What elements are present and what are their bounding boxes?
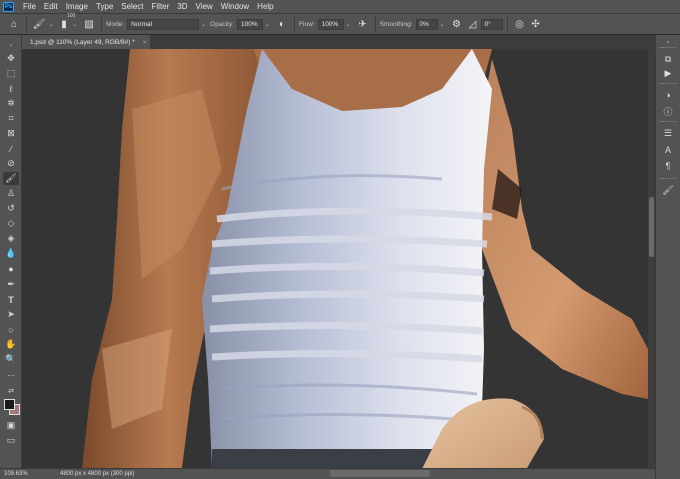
brush-tool-icon[interactable]: 🖌 [3, 172, 19, 185]
pressure-size-icon[interactable]: ◎ [512, 16, 528, 32]
foreground-color-swatch[interactable] [4, 399, 15, 410]
chevron-down-icon[interactable]: ⌄ [72, 21, 77, 28]
lasso-tool-icon[interactable]: ℓ [3, 82, 19, 95]
chevron-down-icon[interactable]: ⌄ [346, 21, 351, 28]
flow-field[interactable]: 100% [317, 18, 344, 30]
properties-panel-icon[interactable]: ☰ [661, 127, 675, 139]
chevron-down-icon[interactable]: ⌄ [265, 21, 270, 28]
divider [26, 16, 27, 32]
adjustments-panel-icon[interactable]: ◑ [661, 89, 675, 101]
opacity-label: Opacity: [210, 20, 235, 28]
paint-bucket-icon[interactable]: ◈ [3, 232, 19, 245]
panel-grip[interactable] [660, 121, 676, 124]
magic-wand-icon[interactable]: ✲ [3, 97, 19, 110]
gear-icon[interactable]: ⚙ [449, 16, 465, 32]
menu-view[interactable]: View [192, 2, 217, 11]
frame-tool-icon[interactable]: ⊠ [3, 127, 19, 140]
pen-tool-icon[interactable]: ✒ [3, 278, 19, 291]
chevron-down-icon[interactable]: ⌄ [201, 21, 206, 28]
eyedropper-icon[interactable]: ⁄ [3, 142, 19, 155]
menu-edit[interactable]: Edit [40, 2, 62, 11]
more-tools-icon[interactable]: ⋯ [3, 369, 19, 382]
crop-tool-icon[interactable]: ⌗ [3, 112, 19, 125]
brush-size-value: 100 [67, 13, 76, 19]
screen-mode-icon[interactable]: ▭ [3, 434, 19, 447]
paragraph-panel-icon[interactable]: ¶ [661, 160, 675, 172]
airbrush-icon[interactable]: ✈ [355, 16, 371, 32]
zoom-level-field[interactable]: 109.63% [0, 471, 40, 477]
brush-preset-icon[interactable]: 🖌 [31, 16, 47, 32]
zoom-tool-icon[interactable]: 🔍 [3, 353, 19, 366]
mode-select[interactable]: Normal [127, 18, 200, 30]
document-canvas[interactable] [22, 49, 648, 468]
brush-settings-icon[interactable]: 🖌 [661, 184, 675, 196]
opacity-field[interactable]: 100% [237, 18, 264, 30]
actions-panel-icon[interactable]: ▶ [661, 67, 675, 79]
toolbar-collapse-icon[interactable]: » [3, 39, 19, 52]
healing-brush-icon[interactable]: ⊘ [3, 157, 19, 170]
close-icon[interactable]: × [143, 39, 147, 46]
move-tool-icon[interactable]: ✥ [3, 52, 19, 65]
tools-panel: » ✥ ⬚ ℓ ✲ ⌗ ⊠ ⁄ ⊘ 🖌 ♙ ↺ ◇ ◈ 💧 ● ✒ T ➤ ○ … [0, 35, 22, 468]
chevron-down-icon[interactable]: ⌄ [440, 21, 445, 28]
pressure-opacity-icon[interactable]: ◐ [274, 16, 290, 32]
divider [294, 16, 296, 32]
panel-grip[interactable] [660, 178, 676, 181]
menu-filter[interactable]: Filter [148, 2, 174, 11]
brush-settings-panel-icon[interactable]: ▨ [81, 16, 97, 32]
home-icon[interactable]: ⌂ [6, 16, 22, 32]
eraser-icon[interactable]: ◇ [3, 217, 19, 230]
panel-grip[interactable] [660, 83, 676, 86]
menu-image[interactable]: Image [62, 2, 92, 11]
smoothing-field[interactable]: 0% [415, 18, 438, 30]
menu-help[interactable]: Help [253, 2, 277, 11]
path-selection-icon[interactable]: ➤ [3, 308, 19, 321]
menu-type[interactable]: Type [92, 2, 117, 11]
chevron-down-icon[interactable]: ⌄ [49, 21, 54, 28]
vertical-scrollbar[interactable] [648, 49, 655, 468]
menu-file[interactable]: File [19, 2, 40, 11]
divider [506, 16, 508, 32]
document-tab[interactable]: 1.psd @ 110% (Layer 49, RGB/8#) * × [22, 35, 150, 49]
type-tool-icon[interactable]: T [3, 293, 19, 306]
divider [374, 16, 376, 32]
mode-label: Mode: [106, 20, 125, 28]
symmetry-icon[interactable]: ✣ [528, 16, 544, 32]
menu-window[interactable]: Window [217, 2, 253, 11]
options-bar: ⌂ 🖌 ⌄ ▮ ⌄ ▨ Mode: Normal ⌄ Opacity: 100%… [0, 13, 680, 35]
character-panel-icon[interactable]: A [661, 144, 675, 156]
document-tab-bar: 1.psd @ 110% (Layer 49, RGB/8#) * × [22, 35, 655, 49]
history-panel-icon[interactable]: ⧉ [661, 53, 675, 65]
painting-artwork [22, 49, 648, 468]
menu-3d[interactable]: 3D [173, 2, 191, 11]
swap-colors-icon[interactable]: ⇄ [3, 384, 19, 397]
flow-label: Flow: [299, 20, 315, 28]
photoshop-logo: Ps [3, 1, 14, 12]
horizontal-scrollbar-thumb[interactable] [330, 470, 430, 477]
divider [101, 16, 103, 32]
hand-tool-icon[interactable]: ✋ [3, 338, 19, 351]
smoothing-label: Smoothing: [379, 20, 413, 28]
panel-grip[interactable] [660, 47, 676, 50]
dodge-tool-icon[interactable]: ● [3, 262, 19, 275]
quick-mask-icon[interactable]: ▣ [3, 419, 19, 432]
clone-stamp-icon[interactable]: ♙ [3, 187, 19, 200]
document-tab-title: 1.psd @ 110% (Layer 49, RGB/8#) * [30, 38, 135, 46]
info-panel-icon[interactable]: ⓘ [661, 105, 675, 117]
document-info[interactable]: 4800 px x 4800 px (300 ppi) [60, 471, 134, 477]
menu-select[interactable]: Select [117, 2, 147, 11]
panel-dock: « ⧉ ▶ ◑ ⓘ ☰ A ¶ 🖌 [655, 35, 680, 479]
blur-tool-icon[interactable]: 💧 [3, 247, 19, 260]
menu-bar: Ps File Edit Image Type Select Filter 3D… [0, 0, 680, 13]
shape-tool-icon[interactable]: ○ [3, 323, 19, 336]
marquee-tool-icon[interactable]: ⬚ [3, 67, 19, 80]
angle-field[interactable]: 0° [480, 18, 503, 30]
status-bar: 109.63% 4800 px x 4800 px (300 ppi) [0, 468, 655, 479]
scrollbar-thumb[interactable] [649, 197, 654, 257]
angle-icon: ◿ [468, 18, 477, 30]
history-brush-icon[interactable]: ↺ [3, 202, 19, 215]
